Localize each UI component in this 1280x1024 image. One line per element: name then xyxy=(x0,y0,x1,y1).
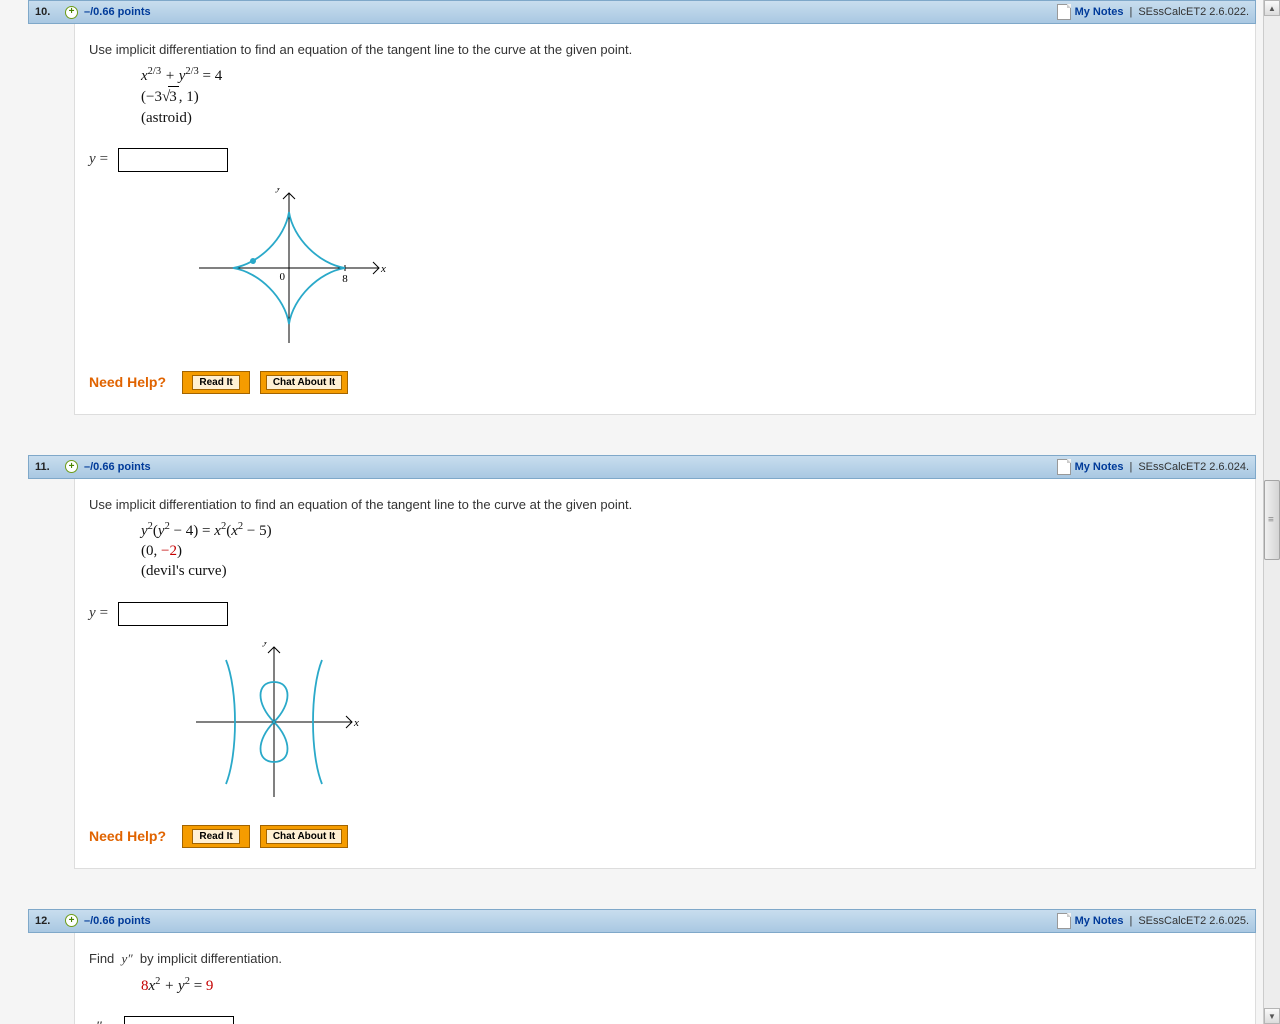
answer-row: y″ = xyxy=(89,1016,1241,1024)
question-header: 11. + –/0.66 points My Notes | SEssCalcE… xyxy=(28,455,1256,479)
equation-line-1: y2(y2 − 4) = x2(x2 − 5) xyxy=(141,520,1241,541)
answer-input[interactable] xyxy=(124,1016,234,1024)
read-it-button[interactable]: Read It xyxy=(182,371,250,394)
expand-icon[interactable]: + xyxy=(65,460,78,473)
equation-block: 8x2 + y2 = 9 xyxy=(141,975,1241,996)
expand-icon[interactable]: + xyxy=(65,6,78,19)
header-right: My Notes | SEssCalcET2 2.6.022. xyxy=(1057,4,1249,20)
svg-text:8: 8 xyxy=(342,273,348,285)
separator: | xyxy=(1129,461,1132,473)
answer-row: y = xyxy=(89,148,1241,172)
curve-name: (astroid) xyxy=(141,108,1241,128)
answer-variable: y xyxy=(89,151,96,168)
help-row: Need Help? Read It Chat About It xyxy=(89,825,1241,848)
note-icon[interactable] xyxy=(1057,459,1071,475)
equation-block: x2/3 + y2/3 = 4 (−3√3, 1) (astroid) xyxy=(141,65,1241,128)
svg-text:x: x xyxy=(380,263,386,275)
curve-name: (devil's curve) xyxy=(141,561,1241,581)
note-icon[interactable] xyxy=(1057,913,1071,929)
points-label[interactable]: –/0.66 points xyxy=(84,915,151,927)
question-reference: SEssCalcET2 2.6.024. xyxy=(1138,461,1249,473)
astroid-graph: x y 0 8 xyxy=(189,188,1241,351)
question-number: 11. xyxy=(35,461,65,473)
expand-icon[interactable]: + xyxy=(65,914,78,927)
svg-text:0: 0 xyxy=(280,271,286,283)
question-header: 12. + –/0.66 points My Notes | SEssCalcE… xyxy=(28,909,1256,933)
svg-text:x: x xyxy=(353,717,359,729)
question-prompt: Use implicit differentiation to find an … xyxy=(89,42,1241,57)
need-help-label: Need Help? xyxy=(89,374,166,390)
vertical-scrollbar[interactable]: ▲ ▼ xyxy=(1263,0,1280,1024)
scroll-thumb[interactable] xyxy=(1264,480,1280,560)
answer-row: y = xyxy=(89,602,1241,626)
devils-curve-graph: x y xyxy=(189,642,1241,805)
points-label[interactable]: –/0.66 points xyxy=(84,6,151,18)
read-it-button[interactable]: Read It xyxy=(182,825,250,848)
answer-input[interactable] xyxy=(118,602,228,626)
separator: | xyxy=(1129,915,1132,927)
question-header: 10. + –/0.66 points My Notes | SEssCalcE… xyxy=(28,0,1256,24)
header-right: My Notes | SEssCalcET2 2.6.025. xyxy=(1057,913,1249,929)
scroll-up-button[interactable]: ▲ xyxy=(1264,0,1280,16)
scroll-down-button[interactable]: ▼ xyxy=(1264,1008,1280,1024)
question-body: Use implicit differentiation to find an … xyxy=(74,24,1256,415)
header-right: My Notes | SEssCalcET2 2.6.024. xyxy=(1057,459,1249,475)
equals-sign: = xyxy=(106,1019,114,1024)
question-11: 11. + –/0.66 points My Notes | SEssCalcE… xyxy=(0,455,1264,869)
my-notes-link[interactable]: My Notes xyxy=(1075,915,1124,927)
svg-text:y: y xyxy=(262,642,268,647)
question-number: 12. xyxy=(35,915,65,927)
my-notes-link[interactable]: My Notes xyxy=(1075,461,1124,473)
question-prompt: Find y″ by implicit differentiation. xyxy=(89,951,1241,967)
note-icon[interactable] xyxy=(1057,4,1071,20)
question-number: 10. xyxy=(35,6,65,18)
question-prompt: Use implicit differentiation to find an … xyxy=(89,497,1241,512)
equation-point: (−3√3, 1) xyxy=(141,86,1241,107)
question-reference: SEssCalcET2 2.6.025. xyxy=(1138,915,1249,927)
question-10: 10. + –/0.66 points My Notes | SEssCalcE… xyxy=(0,0,1264,415)
chat-about-it-button[interactable]: Chat About It xyxy=(260,371,348,394)
question-body: Find y″ by implicit differentiation. 8x2… xyxy=(74,933,1256,1024)
chat-about-it-button[interactable]: Chat About It xyxy=(260,825,348,848)
equation-line-1: x2/3 + y2/3 = 4 xyxy=(141,65,1241,86)
question-body: Use implicit differentiation to find an … xyxy=(74,479,1256,869)
my-notes-link[interactable]: My Notes xyxy=(1075,6,1124,18)
answer-variable: y xyxy=(89,605,96,622)
question-reference: SEssCalcET2 2.6.022. xyxy=(1138,6,1249,18)
help-row: Need Help? Read It Chat About It xyxy=(89,371,1241,394)
separator: | xyxy=(1129,6,1132,18)
equals-sign: = xyxy=(100,605,108,622)
equation-block: y2(y2 − 4) = x2(x2 − 5) (0, −2) (devil's… xyxy=(141,520,1241,582)
equals-sign: = xyxy=(100,151,108,168)
svg-text:y: y xyxy=(275,188,281,193)
equation-point: (0, −2) xyxy=(141,541,1241,561)
answer-input[interactable] xyxy=(118,148,228,172)
question-12: 12. + –/0.66 points My Notes | SEssCalcE… xyxy=(0,909,1264,1024)
points-label[interactable]: –/0.66 points xyxy=(84,461,151,473)
answer-variable: y″ xyxy=(89,1019,102,1024)
need-help-label: Need Help? xyxy=(89,828,166,844)
